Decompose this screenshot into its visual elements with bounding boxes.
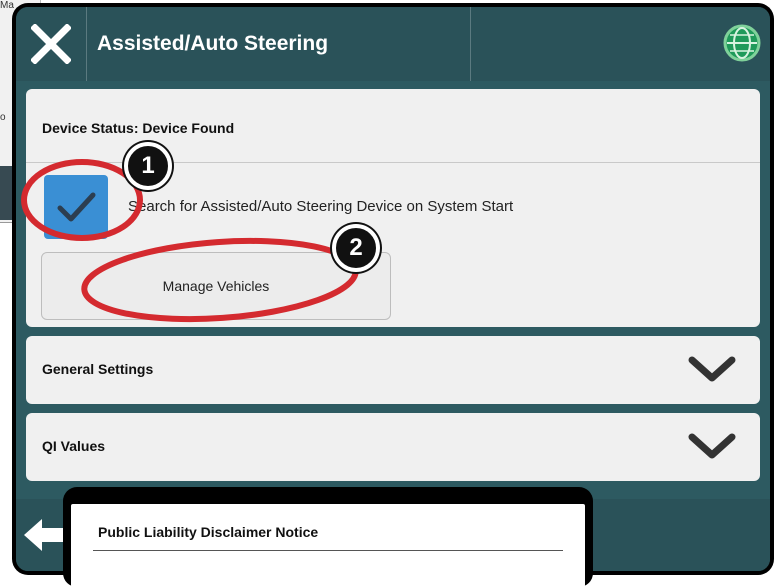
device-status-label: Device Status: Device Found [42, 120, 235, 136]
disclaimer-title: Public Liability Disclaimer Notice [98, 524, 319, 540]
chevron-down-icon[interactable] [686, 354, 738, 386]
page-title: Assisted/Auto Steering [97, 32, 329, 55]
general-settings-section[interactable]: General Settings [26, 336, 760, 404]
background-window-text: Ma [0, 0, 14, 11]
device-card: Device Status: Device Found Search for A… [26, 89, 760, 327]
annotation-badge-1: 1 [124, 142, 172, 190]
check-icon [57, 192, 96, 222]
qi-values-section[interactable]: QI Values [26, 413, 760, 481]
search-device-label: Search for Assisted/Auto Steering Device… [128, 198, 514, 215]
globe-button[interactable] [722, 23, 762, 63]
general-settings-label: General Settings [42, 361, 154, 377]
annotation-badge-2: 2 [332, 224, 380, 272]
disclaimer-popup-body: Public Liability Disclaimer Notice [71, 504, 585, 587]
back-arrow-icon [24, 519, 64, 551]
disclaimer-popup: Public Liability Disclaimer Notice [63, 487, 593, 587]
close-icon [31, 24, 71, 64]
background-window-text-mid: o [0, 112, 6, 123]
globe-icon [723, 24, 761, 62]
title-divider [470, 7, 471, 81]
disclaimer-divider [93, 550, 563, 551]
search-device-checkbox[interactable] [44, 175, 108, 239]
title-bar: Assisted/Auto Steering [16, 7, 770, 81]
close-button[interactable] [16, 7, 87, 81]
qi-values-label: QI Values [42, 438, 106, 454]
chevron-down-icon[interactable] [686, 431, 738, 463]
back-button[interactable] [20, 511, 68, 559]
